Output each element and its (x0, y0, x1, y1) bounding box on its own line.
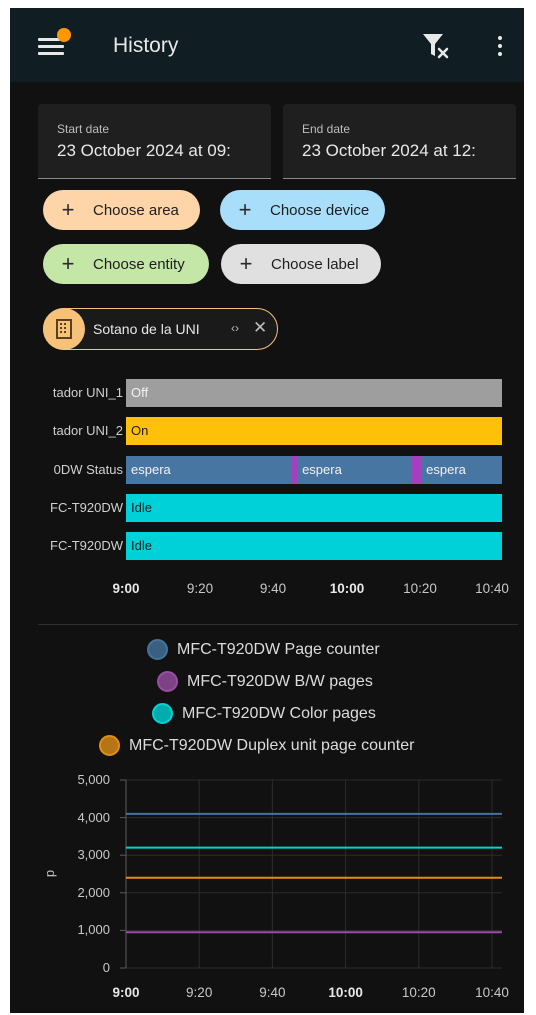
x-tick-label: 9:40 (259, 985, 286, 1000)
start-date-label: Start date (57, 122, 110, 136)
legend-label: MFC-T920DW Color pages (182, 704, 376, 722)
legend-swatch (147, 639, 168, 660)
timeline-row-label: tador UNI_1 (52, 385, 123, 400)
legend-item[interactable]: MFC-T920DW Page counter (147, 639, 380, 660)
timeline-segment[interactable] (126, 417, 502, 445)
timeline-segment[interactable] (126, 532, 502, 560)
x-tick-label: 9:00 (112, 985, 140, 1000)
timeline-segment[interactable] (126, 379, 502, 407)
selected-area-chip[interactable]: Sotano de la UNI ‹› ✕ (43, 308, 278, 350)
chip-label: Choose area (93, 201, 179, 219)
timeline-segment-label: Idle (131, 538, 152, 553)
x-tick-label: 9:20 (186, 985, 213, 1000)
y-tick-label: 5,000 (77, 772, 110, 787)
timeline-row-label: FC-T920DW (50, 500, 123, 515)
timeline-row-label: 0DW Status (53, 462, 123, 477)
notification-dot (57, 28, 71, 42)
end-date-value: 23 October 2024 at 12: (302, 141, 476, 160)
timeline-segment[interactable] (411, 456, 422, 484)
legend-item[interactable]: MFC-T920DW B/W pages (157, 671, 373, 692)
plus-icon: + (61, 251, 75, 276)
plus-icon: + (61, 197, 75, 222)
choose-entity-button[interactable]: + Choose entity (43, 244, 209, 284)
x-tick-label: 10:00 (328, 985, 363, 1000)
more-vert-icon[interactable] (488, 32, 512, 62)
remove-chip-icon[interactable]: ✕ (253, 318, 267, 338)
legend-swatch (99, 735, 120, 756)
chip-label: Choose entity (93, 255, 185, 273)
y-tick-label: 4,000 (77, 809, 110, 825)
menu-icon[interactable] (38, 28, 72, 62)
x-tick-label: 10:20 (401, 985, 436, 1000)
timeline-segment-label: espera (426, 462, 466, 477)
timeline-segment-label: Off (131, 385, 149, 400)
legend-swatch (152, 703, 173, 724)
page-title: History (113, 34, 179, 57)
plus-icon: + (239, 251, 253, 276)
timeline-segment[interactable] (126, 494, 502, 522)
timeline-segment-label: On (131, 423, 149, 438)
chip-label: Choose device (270, 201, 370, 219)
end-date-field[interactable]: End date 23 October 2024 at 12: (283, 104, 516, 179)
expand-icon[interactable]: ‹› (231, 321, 239, 335)
legend-item[interactable]: MFC-T920DW Color pages (152, 703, 376, 724)
timeline-row-label: FC-T920DW (50, 538, 123, 553)
y-tick-label: 1,000 (77, 922, 110, 938)
timeline-x-tick: 9:00 (112, 581, 140, 596)
timeline-x-tick: 10:00 (329, 581, 365, 596)
legend-item[interactable]: MFC-T920DW Duplex unit page counter (99, 735, 414, 756)
timeline-segment-label: espera (131, 462, 171, 477)
app-bar: History (10, 8, 524, 82)
choose-device-button[interactable]: + Choose device (220, 190, 385, 230)
timeline-x-tick: 10:20 (403, 581, 437, 596)
start-date-field[interactable]: Start date 23 October 2024 at 09: (38, 104, 271, 179)
timeline-segment-label: Idle (131, 500, 152, 515)
history-screen: History Start date 23 October 2024 at 09… (10, 8, 524, 1013)
start-date-value: 23 October 2024 at 09: (57, 141, 231, 160)
legend-swatch (157, 671, 178, 692)
legend-label: MFC-T920DW Page counter (177, 640, 380, 658)
choose-label-button[interactable]: + Choose label (221, 244, 381, 284)
timeline-x-tick: 9:20 (186, 581, 214, 596)
selected-area-label: Sotano de la UNI (93, 321, 200, 337)
y-tick-label: 3,000 (77, 847, 110, 863)
end-date-label: End date (302, 122, 351, 136)
legend-label: MFC-T920DW B/W pages (187, 672, 373, 690)
legend-label: MFC-T920DW Duplex unit page counter (129, 736, 415, 754)
y-tick-label: 0 (102, 960, 110, 975)
plus-icon: + (238, 197, 252, 222)
chip-label: Choose label (271, 255, 359, 273)
x-tick-label: 10:40 (475, 985, 509, 1000)
area-grid-icon (43, 308, 85, 350)
timeline-x-tick: 9:40 (259, 581, 287, 596)
y-tick-label: 2,000 (77, 884, 110, 900)
filter-remove-icon[interactable] (420, 30, 452, 62)
timeline-row-label: tador UNI_2 (52, 423, 123, 438)
divider (38, 624, 518, 625)
timeline-x-tick: 10:40 (475, 581, 509, 596)
timeline-segment-label: espera (302, 462, 342, 477)
choose-area-button[interactable]: + Choose area (43, 190, 200, 230)
y-axis-label: p (42, 869, 58, 878)
